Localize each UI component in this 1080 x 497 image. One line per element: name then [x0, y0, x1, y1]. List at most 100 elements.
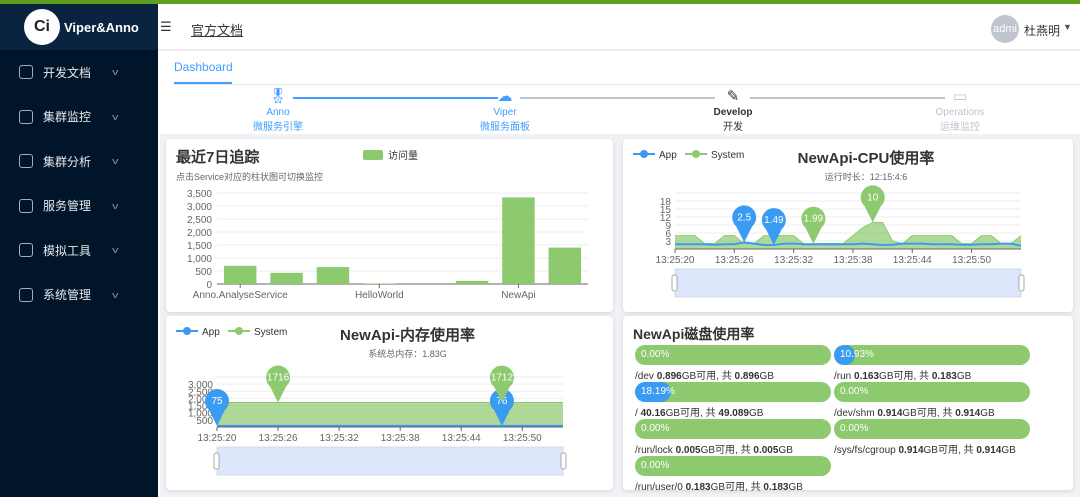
marker-pin — [801, 206, 826, 244]
slider-handle-right[interactable] — [1018, 274, 1025, 292]
disk-item: 0.00%/sys/fs/cgroup 0.914GB可用, 共 0.914GB — [834, 419, 1030, 456]
disk-free: 0.005 — [675, 445, 701, 456]
disk-total: 0.914 — [955, 408, 981, 419]
step-desc: 开发 — [723, 122, 743, 133]
marker-label: 10 — [867, 192, 879, 203]
medal-icon: 🎖 — [268, 88, 288, 105]
disk-unit: GB — [788, 482, 803, 493]
step-desc: 微服务面板 — [480, 122, 530, 133]
marker-label: 75 — [211, 396, 223, 407]
sidebar-item[interactable]: 开发文档 v — [0, 50, 158, 95]
disk-item: 0.00%/run/lock 0.005GB可用, 共 0.005GB — [635, 419, 831, 456]
chip-icon — [19, 198, 33, 213]
chart-title: 最近7日追踪 — [176, 148, 259, 166]
disk-item: 10.93% /run 0.163GB可用, 共 0.183GB — [834, 345, 1030, 382]
disk-info: / 40.16GB可用, 共 49.089GB — [635, 404, 831, 419]
slider-handle-right[interactable] — [560, 452, 567, 470]
logo[interactable]: Ci Viper&Anno — [0, 4, 158, 50]
disk-item: 0.00%/run/user/0 0.183GB可用, 共 0.183GB — [635, 456, 831, 493]
mount-path: /dev/shm — [834, 408, 875, 419]
disk-usage-bar: 0.00% — [635, 419, 831, 439]
tab-dashboard[interactable]: Dashboard — [174, 60, 233, 74]
disk-unit: GB — [778, 445, 793, 456]
disk-avail-label: GB可用, 共 — [700, 445, 751, 456]
step-develop: ✎ Develop 开发 — [688, 87, 778, 133]
disk-usage-percent: 10.93% — [840, 349, 874, 360]
sidebar-item-label: 服务管理 — [43, 199, 92, 214]
bar — [270, 272, 303, 284]
x-tick-label: 13:25:44 — [893, 255, 932, 266]
disk-usage-bar: 0.00% — [635, 345, 831, 365]
disk-info: /dev/shm 0.914GB可用, 共 0.914GB — [834, 404, 1030, 419]
chart-title: NewApi-内存使用率 — [340, 326, 475, 344]
menu-toggle-icon[interactable]: ☰ — [160, 19, 172, 35]
legend-label: 访问量 — [388, 149, 418, 162]
analysis-icon — [19, 154, 33, 169]
avatar[interactable]: admi — [991, 15, 1019, 43]
slider-handle-left[interactable] — [671, 274, 678, 292]
docs-link[interactable]: 官方文档 — [191, 20, 243, 39]
step-title: Develop — [713, 107, 753, 118]
chevron-down-icon: v — [112, 289, 119, 300]
legend-marker — [183, 327, 191, 335]
sidebar-item[interactable]: 集群监控 v — [0, 95, 158, 140]
sidebar-item[interactable]: 模拟工具 v — [0, 228, 158, 273]
data-zoom-slider[interactable] — [674, 268, 1022, 298]
legend-label: App — [202, 327, 220, 338]
x-tick-label: 13:25:32 — [774, 255, 813, 266]
legend-marker — [640, 150, 648, 158]
sidebar-item-label: 模拟工具 — [43, 243, 92, 258]
step-operations: ▭ Operations 运维监控 — [915, 87, 1005, 133]
memory-card: NewApi-内存使用率 系统总内存：1.83G App System 500 1,000… — [166, 316, 613, 490]
disk-usage-percent: 0.00% — [641, 349, 670, 360]
sidebar-item[interactable]: 集群分析 v — [0, 139, 158, 184]
disk-total: 0.896 — [734, 371, 760, 382]
disk-unit: GB — [759, 371, 774, 382]
y-tick-label: 1,000 — [187, 254, 212, 265]
disk-usage-percent: 0.00% — [641, 460, 670, 471]
bar — [455, 280, 489, 284]
chart-subtitle: 运行时长：12:15:4:6 — [825, 171, 908, 182]
x-tick-label: 13:25:44 — [442, 433, 481, 444]
sidebar-item[interactable]: 服务管理 v — [0, 184, 158, 229]
x-tick-label: 13:25:26 — [715, 255, 754, 266]
caret-down-icon[interactable]: ▼ — [1063, 22, 1072, 32]
disk-free: 40.16 — [640, 408, 666, 419]
x-tick-label: 13:25:50 — [952, 255, 991, 266]
disk-card: NewApi磁盘使用率 0.00%/dev 0.896GB可用, 共 0.896… — [623, 316, 1073, 493]
gear-icon — [19, 287, 33, 302]
cpu-chart[interactable]: NewApi-CPU使用率运行时长：12:15:4:6App System3691… — [623, 139, 1073, 312]
x-tick-label: 13:25:38 — [381, 433, 420, 444]
y-tick-label: 2,500 — [187, 215, 212, 226]
disk-usage-percent: 0.00% — [641, 423, 670, 434]
mount-path: /dev — [635, 371, 654, 382]
disk-usage-bar: 18.19% — [635, 382, 831, 402]
disk-usage-bar: 0.00% — [834, 419, 1030, 439]
step-anno: 🎖 Anno 微服务引擎 — [233, 87, 323, 133]
x-tick-label: 13:25:20 — [198, 433, 237, 444]
sidebar-item-label: 开发文档 — [43, 65, 92, 80]
bar — [363, 283, 396, 284]
username[interactable]: 杜燕明 — [1024, 22, 1060, 39]
y-tick-label: 1,500 — [187, 241, 212, 252]
disk-avail-label: GB可用, 共 — [710, 482, 761, 493]
chevron-down-icon: v — [112, 111, 119, 122]
disk-free: 0.914 — [877, 408, 903, 419]
step-title: Anno — [266, 107, 290, 118]
step-desc: 微服务引擎 — [253, 122, 303, 133]
y-tick-label: 3,000 — [187, 202, 212, 213]
visits-bar-chart[interactable]: 最近7日追踪点击Service对应的柱状图可切换监控访问量05001,0001,… — [166, 139, 613, 312]
tab-divider — [174, 84, 1080, 85]
sidebar-item[interactable]: 系统管理 v — [0, 273, 158, 318]
memory-chart[interactable]: NewApi-内存使用率系统总内存：1.83GApp System5001,000… — [166, 316, 613, 490]
mount-path: / — [635, 408, 638, 419]
cloud-upload-icon: ☁ — [497, 88, 513, 105]
data-zoom-slider[interactable] — [216, 446, 564, 476]
step-title: Viper — [493, 107, 517, 118]
slider-handle-left[interactable] — [213, 452, 220, 470]
x-tick-label: 13:25:20 — [656, 255, 695, 266]
mount-path: /run — [834, 371, 852, 382]
bar — [223, 265, 257, 284]
x-tick-label: NewApi — [501, 290, 535, 301]
chevron-down-icon: v — [112, 67, 119, 78]
